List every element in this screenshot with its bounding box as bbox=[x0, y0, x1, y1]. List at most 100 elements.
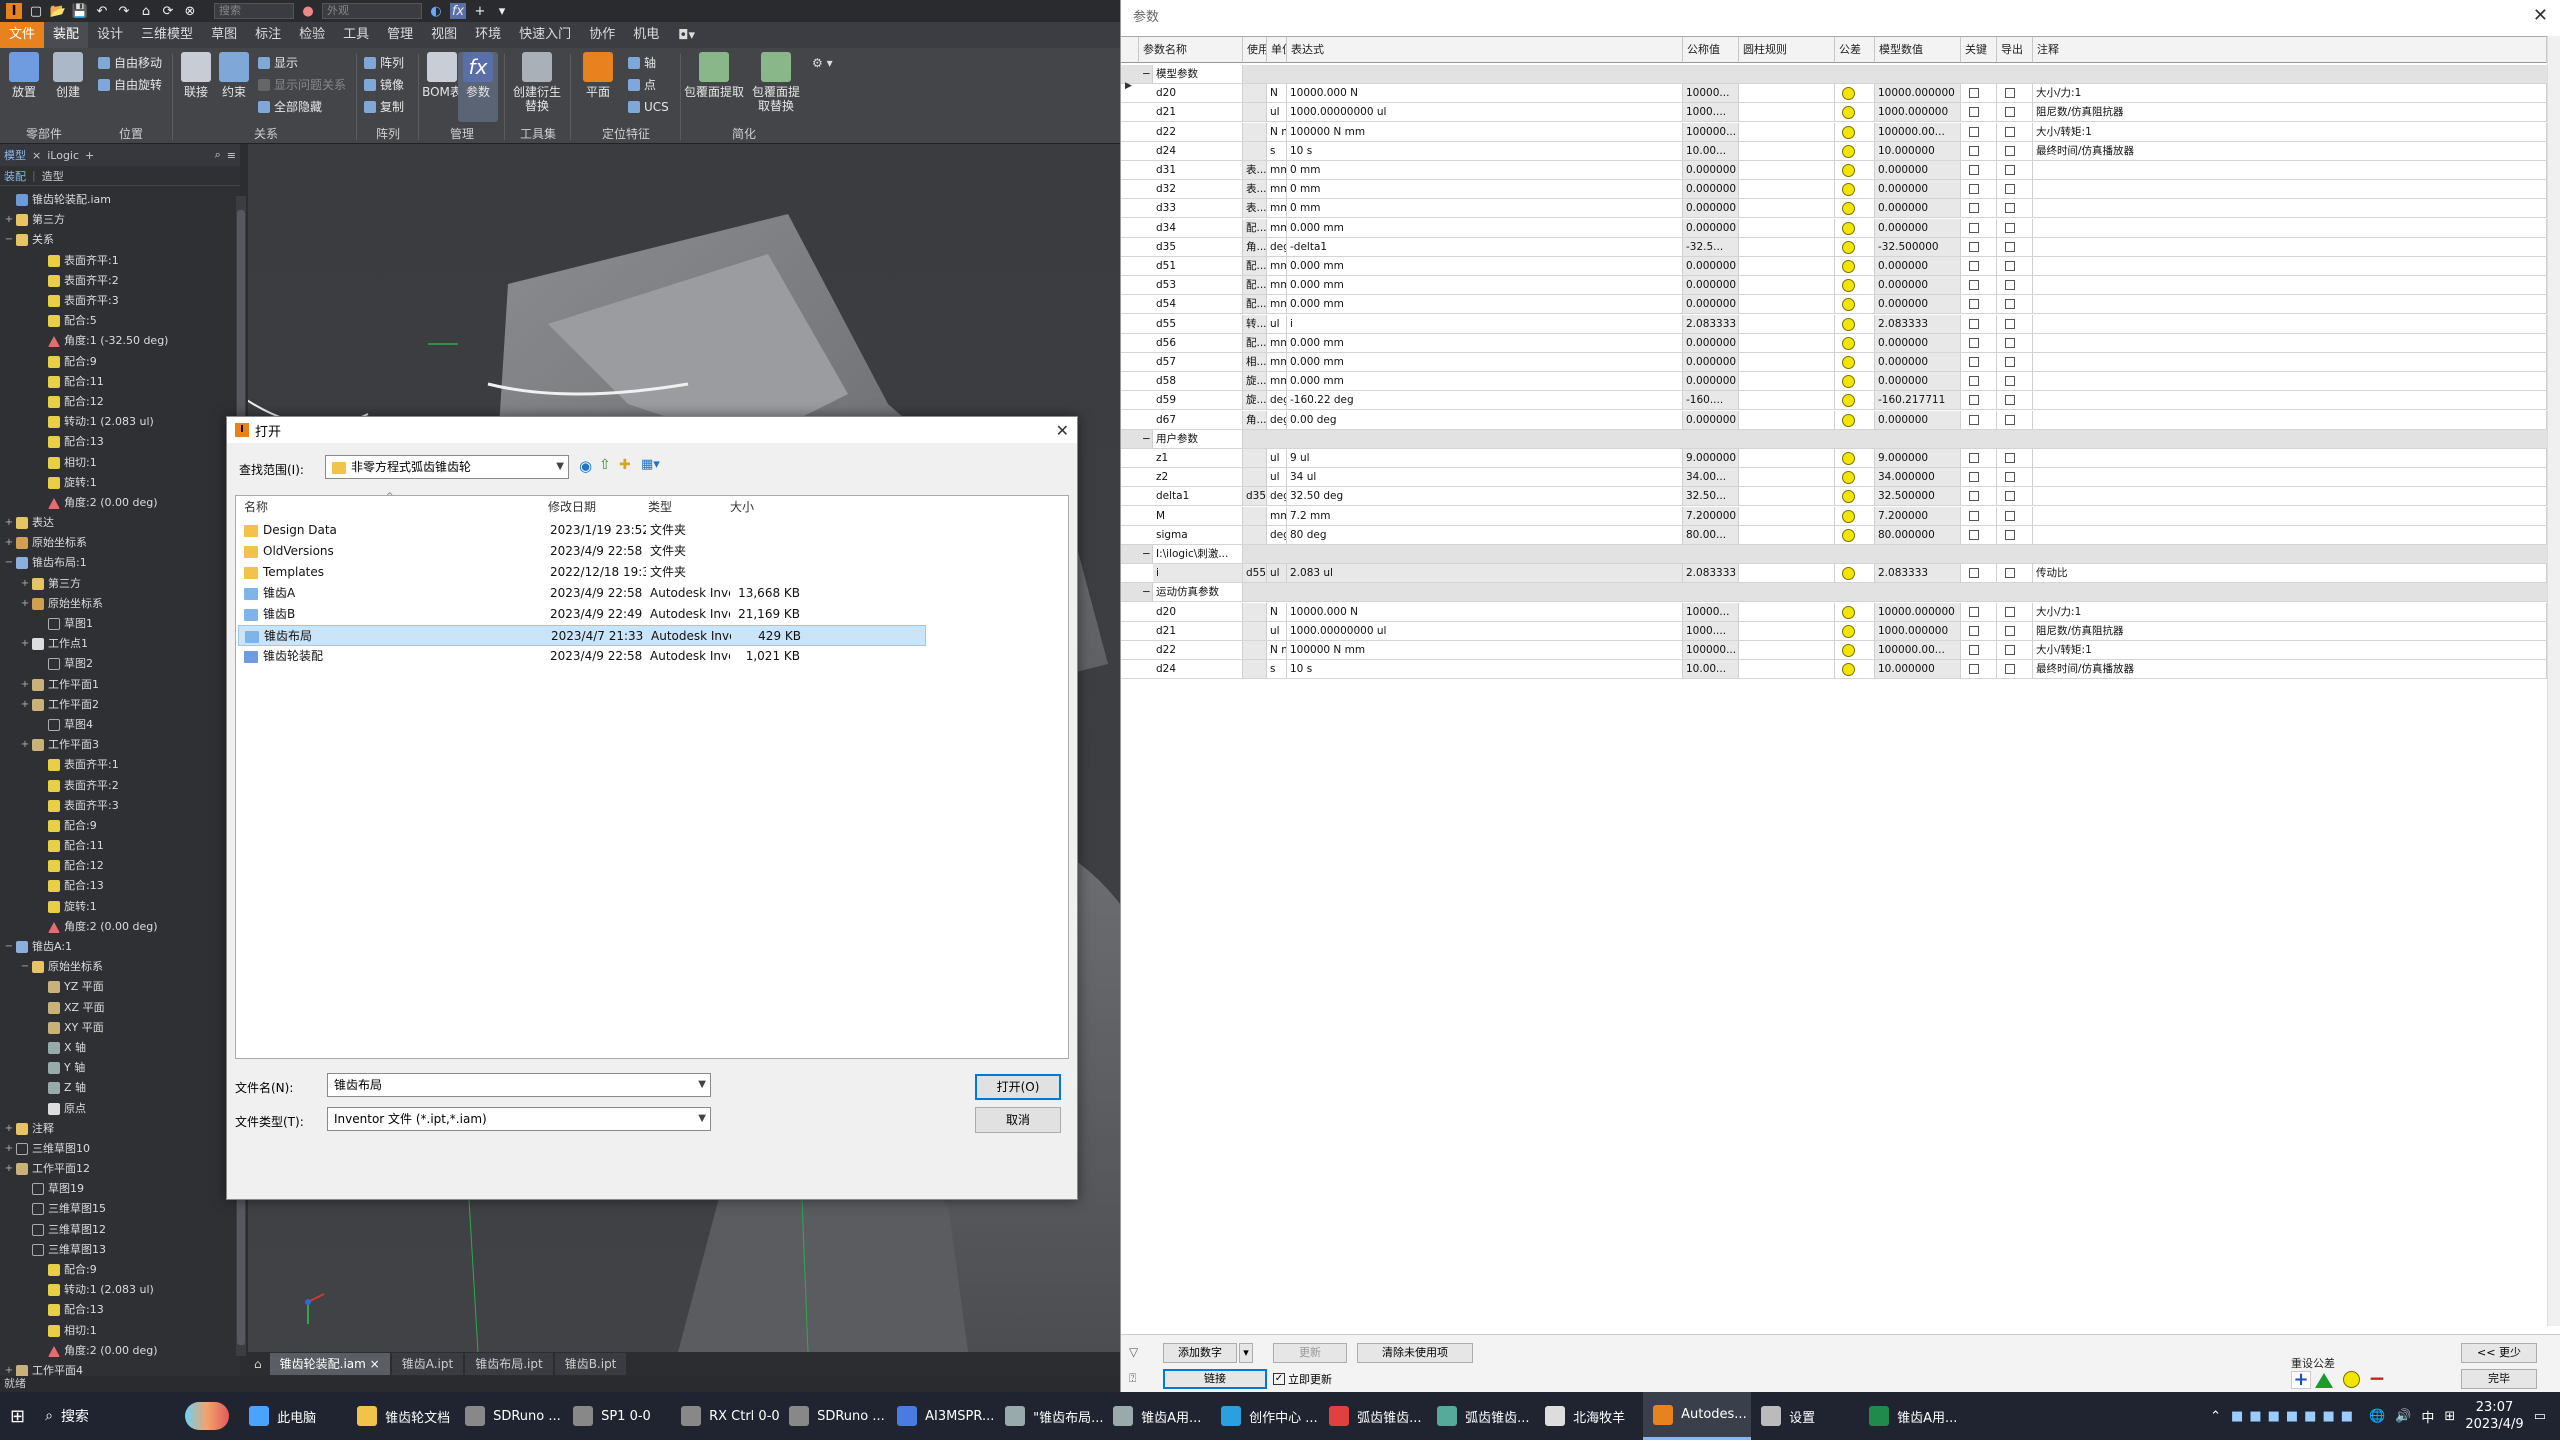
export-checkbox[interactable] bbox=[2005, 376, 2015, 387]
param-tol[interactable] bbox=[1835, 180, 1875, 199]
tree-node[interactable]: 转动:1 (2.083 ul) bbox=[0, 1280, 240, 1300]
param-export[interactable] bbox=[1997, 641, 2033, 659]
nominal-tolerance-icon[interactable] bbox=[1842, 413, 1855, 427]
key-checkbox[interactable] bbox=[1969, 510, 1979, 521]
export-checkbox[interactable] bbox=[2005, 491, 2015, 502]
menu-icon[interactable]: ≡ bbox=[227, 149, 236, 162]
col-model[interactable]: 模型数值 bbox=[1875, 37, 1961, 63]
param-key[interactable] bbox=[1961, 161, 1997, 179]
filter-icon[interactable]: ▽ bbox=[1129, 1345, 1138, 1359]
tree-node[interactable]: 配合:13 bbox=[0, 432, 240, 452]
param-comment[interactable]: 大小/力:1 bbox=[2033, 602, 2547, 621]
expand-icon[interactable]: + bbox=[20, 594, 30, 614]
export-checkbox[interactable] bbox=[2005, 357, 2015, 367]
group-component[interactable]: 零部件 bbox=[0, 126, 88, 142]
param-row[interactable]: z2 ul 34 ul 34.00... 34.000000 bbox=[1121, 468, 2547, 488]
nominal-tolerance-icon[interactable] bbox=[1842, 317, 1855, 331]
home-tab-icon[interactable]: ⌂ bbox=[248, 1357, 268, 1371]
param-name[interactable]: d31 bbox=[1153, 161, 1243, 179]
median-tolerance-icon[interactable] bbox=[2315, 1373, 2333, 1388]
param-tol[interactable] bbox=[1835, 141, 1875, 160]
param-export[interactable] bbox=[1997, 161, 2033, 179]
key-checkbox[interactable] bbox=[1969, 645, 1979, 655]
param-row[interactable]: z1 ul 9 ul 9.000000 9.000000 bbox=[1121, 449, 2547, 468]
key-checkbox[interactable] bbox=[1969, 491, 1979, 502]
tree-node[interactable]: 角度:2 (0.00 deg) bbox=[0, 1341, 240, 1361]
param-unit[interactable]: mm bbox=[1267, 506, 1287, 525]
plus-icon[interactable]: + bbox=[472, 3, 488, 19]
taskbar-app[interactable]: 此电脑 bbox=[239, 1392, 347, 1440]
param-tol[interactable] bbox=[1835, 449, 1875, 467]
param-tol[interactable] bbox=[1835, 372, 1875, 391]
param-export[interactable] bbox=[1997, 237, 2033, 256]
close-icon[interactable]: ✕ bbox=[2533, 5, 2548, 26]
param-export[interactable] bbox=[1997, 660, 2033, 679]
param-expr[interactable]: 10000.000 N bbox=[1287, 84, 1683, 103]
doc-tab-gear-a[interactable]: 锥齿A.ipt bbox=[391, 1353, 464, 1375]
param-expr[interactable]: 0.000 mm bbox=[1287, 257, 1683, 275]
param-comment[interactable] bbox=[2033, 180, 2547, 199]
params-scrollbar[interactable] bbox=[2547, 36, 2560, 1326]
param-row[interactable]: d32表...mm0 mm0.0000000.000000 bbox=[1121, 180, 2547, 200]
color-override-icon[interactable]: ◐ bbox=[428, 3, 444, 19]
undo-icon[interactable]: ↶ bbox=[94, 3, 110, 19]
param-name[interactable]: i bbox=[1153, 564, 1243, 583]
tree-node[interactable]: 配合:9 bbox=[0, 816, 240, 836]
nominal-tolerance-icon[interactable] bbox=[1842, 279, 1855, 293]
param-comment[interactable] bbox=[2033, 372, 2547, 391]
taskbar-app[interactable]: 创作中心 ... bbox=[1211, 1392, 1319, 1440]
file-row[interactable]: 锥齿A 2023/4/9 22:58 Autodesk Inventor ... 13… bbox=[238, 583, 926, 604]
pattern-button[interactable]: 阵列 bbox=[364, 54, 404, 72]
menu-2[interactable]: 设计 bbox=[88, 22, 132, 48]
nominal-tolerance-icon[interactable] bbox=[1842, 644, 1855, 657]
key-checkbox[interactable] bbox=[1969, 357, 1979, 367]
param-key[interactable] bbox=[1961, 257, 1997, 275]
param-comment[interactable] bbox=[2033, 199, 2547, 218]
param-key[interactable] bbox=[1961, 372, 1997, 391]
param-key[interactable] bbox=[1961, 276, 1997, 295]
param-export[interactable] bbox=[1997, 257, 2033, 275]
param-expr[interactable]: 80 deg bbox=[1287, 525, 1683, 544]
tree-node[interactable]: + 第三方 bbox=[0, 210, 240, 230]
taskbar-app[interactable]: Autodes... bbox=[1643, 1392, 1752, 1440]
nominal-tolerance-icon[interactable] bbox=[1842, 452, 1855, 465]
param-group-row[interactable]: − 运动仿真参数 bbox=[1121, 583, 2547, 603]
param-expr[interactable]: 1000.00000000 ul bbox=[1287, 621, 1683, 640]
add-tab-button[interactable]: + bbox=[85, 149, 94, 162]
nominal-tolerance-icon[interactable] bbox=[1842, 567, 1855, 581]
filename-field[interactable]: 锥齿布局 ▼ bbox=[327, 1073, 711, 1097]
group-pattern[interactable]: 阵列 bbox=[358, 126, 418, 142]
param-unit[interactable]: ul bbox=[1267, 468, 1287, 487]
file-row[interactable]: 锥齿布局 2023/4/7 21:33 Autodesk Inventor ... 4… bbox=[238, 625, 926, 646]
doc-tab-gear-b[interactable]: 锥齿B.ipt bbox=[554, 1353, 627, 1375]
key-checkbox[interactable] bbox=[1969, 625, 1979, 636]
export-checkbox[interactable] bbox=[2005, 645, 2015, 655]
param-comment[interactable] bbox=[2033, 295, 2547, 314]
param-tol[interactable] bbox=[1835, 295, 1875, 314]
display-toggle-icon[interactable]: ◘▾ bbox=[678, 28, 695, 43]
menu-7[interactable]: 工具 bbox=[334, 22, 378, 48]
key-checkbox[interactable] bbox=[1969, 472, 1979, 483]
nominal-tolerance-icon[interactable] bbox=[1842, 663, 1855, 677]
col-name[interactable]: 名称 bbox=[244, 496, 268, 518]
open-file-icon[interactable]: 📂 bbox=[50, 3, 66, 19]
expand-icon[interactable]: + bbox=[4, 513, 14, 533]
param-export[interactable] bbox=[1997, 487, 2033, 506]
param-export[interactable] bbox=[1997, 180, 2033, 199]
param-export[interactable] bbox=[1997, 199, 2033, 218]
menu-13[interactable]: 机电 bbox=[624, 22, 668, 48]
export-checkbox[interactable] bbox=[2005, 510, 2015, 521]
tree-node[interactable]: 三维草图13 bbox=[0, 1240, 240, 1260]
export-checkbox[interactable] bbox=[2005, 606, 2015, 617]
key-checkbox[interactable] bbox=[1969, 568, 1979, 579]
tree-node[interactable]: 表面齐平:2 bbox=[0, 775, 240, 795]
param-row[interactable]: d20 N 10000.000 N 10000... 10000.000000 大小/力:… bbox=[1121, 602, 2547, 622]
menu-11[interactable]: 快速入门 bbox=[510, 22, 580, 48]
group-position[interactable]: 位置 bbox=[90, 126, 172, 142]
key-checkbox[interactable] bbox=[1969, 664, 1979, 675]
param-tol[interactable] bbox=[1835, 487, 1875, 506]
close-icon[interactable]: ✕ bbox=[1056, 421, 1069, 440]
tree-node[interactable]: + 原始坐标系 bbox=[0, 594, 240, 614]
col-name[interactable]: 参数名称 bbox=[1139, 37, 1243, 63]
expand-icon[interactable]: + bbox=[20, 634, 30, 654]
